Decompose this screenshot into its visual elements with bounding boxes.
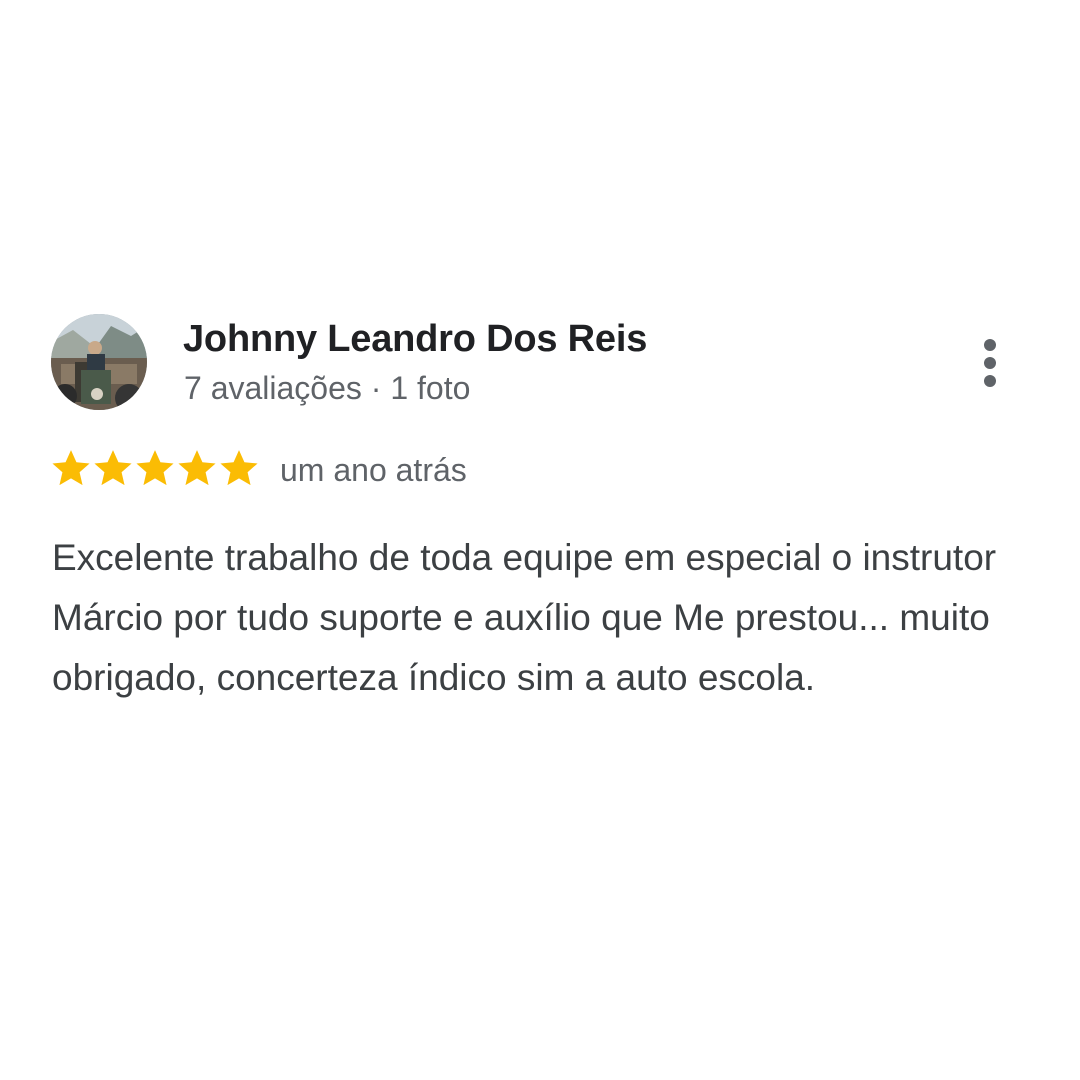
more-vert-icon [984,339,996,351]
review-text: Excelente trabalho de toda equipe em esp… [52,537,997,698]
avatar[interactable] [51,314,147,410]
reviewer-meta: 7 avaliações · 1 foto [184,370,471,406]
more-vert-icon-dot [984,357,996,369]
more-vert-icon-dot [984,375,996,387]
star-icon [178,450,216,486]
reviewer-name[interactable]: Johnny Leandro Dos Reis [183,315,647,363]
star-rating [50,446,260,490]
star-icon [220,450,258,486]
review-card: Johnny Leandro Dos Reis 7 avaliações · 1… [0,0,1080,1080]
more-options-button[interactable] [966,332,1014,394]
review-date: um ano atrás [280,452,467,488]
star-icon [136,450,174,486]
avatar-photo [51,314,147,410]
star-icon [94,450,132,486]
star-icon [52,450,90,486]
